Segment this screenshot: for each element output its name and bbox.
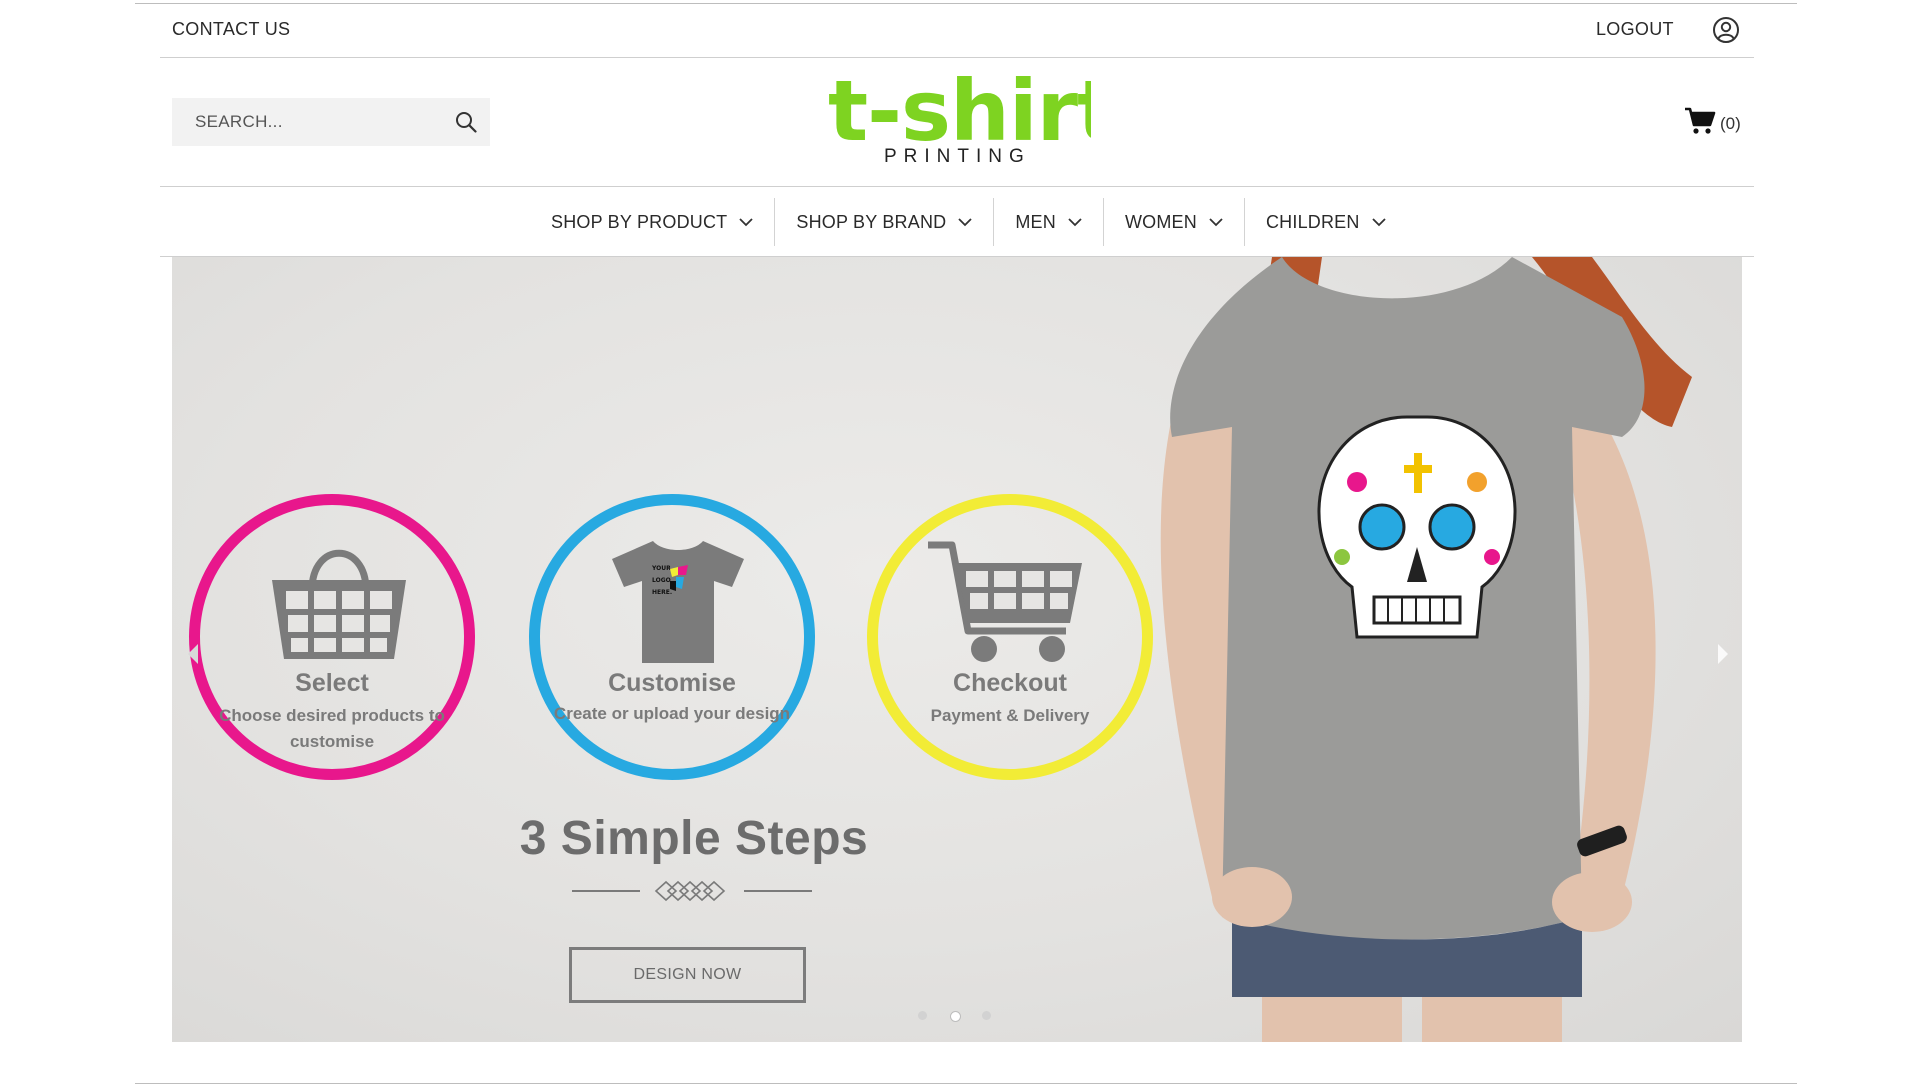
chevron-down-icon: [1068, 217, 1082, 226]
step-customise-desc: Create or upload your design: [553, 704, 791, 723]
cart-button[interactable]: (0): [1684, 106, 1741, 141]
chevron-down-icon: [958, 217, 972, 226]
chevron-down-icon: [1371, 217, 1386, 226]
design-now-button[interactable]: DESIGN NOW: [569, 947, 806, 1003]
search-bar: [172, 98, 490, 146]
hero-banner: Select Choose desired products to custom…: [172, 257, 1742, 1042]
nav-label: SHOP BY PRODUCT: [551, 211, 728, 232]
nav-shop-by-brand[interactable]: SHOP BY BRAND: [775, 198, 995, 246]
svg-text:LOGO: LOGO: [652, 577, 671, 584]
basket-icon: [264, 535, 414, 670]
step-checkout-title: Checkout: [953, 669, 1067, 697]
logo-main-text: t-shirt: [828, 62, 1091, 152]
header-divider: [160, 186, 1754, 187]
logout-link[interactable]: LOGOUT: [1596, 19, 1674, 40]
nav-women[interactable]: WOMEN: [1104, 198, 1245, 246]
top-border: [135, 3, 1797, 4]
svg-text:YOUR: YOUR: [651, 565, 671, 572]
chevron-down-icon: [739, 217, 754, 226]
model-tshirt-image: [1152, 257, 1742, 1042]
slider-next-arrow-icon[interactable]: [1716, 643, 1730, 670]
nav-label: CHILDREN: [1265, 211, 1360, 232]
logo-subtitle: PRINTING: [884, 146, 1031, 167]
cart-icon: [1684, 106, 1716, 141]
tshirt-icon: YOUR LOGO HERE.: [608, 535, 748, 670]
ornament-divider: [572, 879, 812, 908]
slider-dot-1[interactable]: [918, 1011, 927, 1020]
slider-dot-3[interactable]: [982, 1011, 991, 1020]
step-checkout-desc: Payment & Delivery: [930, 706, 1090, 725]
nav-shop-by-product[interactable]: SHOP BY PRODUCT: [530, 198, 776, 246]
shopping-cart-icon: [926, 539, 1096, 669]
nav-label: WOMEN: [1124, 211, 1197, 232]
step-select-title: Select: [295, 669, 369, 697]
user-circle-icon[interactable]: [1712, 16, 1740, 49]
topbar-divider: [160, 57, 1754, 58]
nav-label: MEN: [1015, 211, 1056, 232]
nav-men[interactable]: MEN: [994, 198, 1104, 246]
nav-children[interactable]: CHILDREN: [1245, 198, 1407, 246]
slider-dot-2[interactable]: [950, 1011, 961, 1022]
step-customise-title: Customise: [608, 669, 736, 697]
step-select-desc: Choose desired products to customise: [219, 706, 445, 751]
nav-label: SHOP BY BRAND: [796, 211, 947, 232]
steps-heading: 3 Simple Steps: [519, 812, 869, 865]
slider-prev-arrow-icon[interactable]: [186, 643, 200, 670]
svg-text:HERE.: HERE.: [652, 589, 672, 596]
main-nav: SHOP BY PRODUCT SHOP BY BRAND MEN WOMEN …: [530, 194, 1407, 250]
logo[interactable]: t-shirt: [826, 62, 1117, 160]
search-input[interactable]: [193, 111, 447, 133]
contact-us-link[interactable]: CONTACT US: [172, 19, 290, 40]
search-icon[interactable]: [454, 110, 478, 139]
cart-count: (0): [1720, 113, 1741, 133]
chevron-down-icon: [1209, 217, 1223, 226]
